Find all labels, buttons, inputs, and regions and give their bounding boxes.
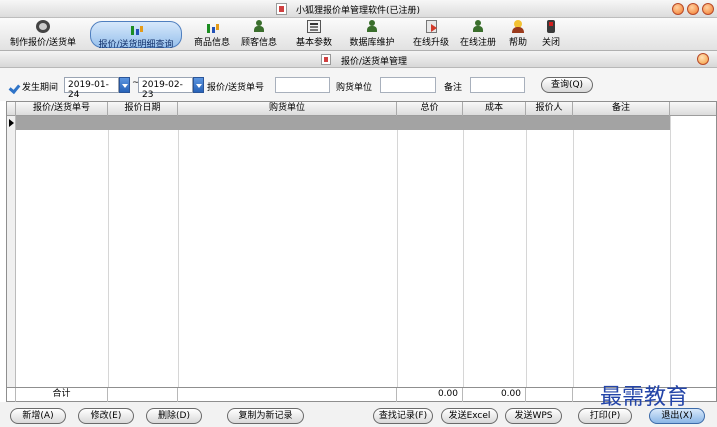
date-to-field[interactable]: 2019-02-23 (138, 77, 193, 100)
totals-cost: 0.00 (463, 388, 526, 402)
order-no-label: 报价/送货单号 (207, 83, 265, 93)
column-divider (108, 102, 109, 387)
calculator-icon (307, 20, 321, 33)
toolbar-label: 商品信息 (193, 38, 230, 48)
totals-date-cell (108, 388, 178, 402)
toolbar-label: 在线注册 (459, 38, 496, 48)
remark-label: 备注 (444, 83, 463, 93)
close-icon (544, 20, 558, 33)
totals-buyer-cell (178, 388, 397, 402)
chart-icon (205, 20, 219, 33)
period-label: 发生期间 (22, 83, 59, 93)
send-wps-button[interactable]: 发送WPS (505, 408, 562, 424)
column-header-buyer[interactable]: 购货单位 (178, 102, 397, 116)
totals-price: 0.00 (397, 388, 463, 402)
order-no-input[interactable] (275, 77, 330, 93)
results-table[interactable]: 报价/送货单号 报价日期 购货单位 总价 成本 报价人 备注 (6, 101, 717, 388)
add-button[interactable]: 新增(A) (10, 408, 66, 424)
watermark-text: 最需教育 (600, 385, 689, 410)
person-icon (365, 20, 379, 33)
column-header-remark[interactable]: 备注 (573, 102, 670, 116)
minimize-button[interactable] (672, 3, 684, 15)
selected-row[interactable] (7, 116, 670, 130)
toolbar-database[interactable]: 数据库维护 (345, 20, 399, 49)
toolbar-query-details[interactable]: 报价/送货明细查询 (90, 21, 182, 50)
row-indicator-column (7, 116, 16, 387)
filter-bar: 发生期间 2019-01-24 ~ 2019-02-23 报价/送货单号 购货单… (0, 68, 717, 101)
date-from-field[interactable]: 2019-01-24 (64, 77, 119, 100)
toolbar-products[interactable]: 商品信息 (190, 20, 234, 49)
toolbar-register[interactable]: 在线注册 (456, 20, 500, 49)
toolbar-label: 报价/送货明细查询 (98, 40, 174, 50)
toolbar-label: 在线升级 (412, 38, 449, 48)
column-divider (573, 102, 574, 387)
column-header-order-no[interactable]: 报价/送货单号 (16, 102, 108, 116)
buyer-label: 购货单位 (336, 83, 373, 93)
column-divider (397, 102, 398, 387)
totals-label: 合计 (16, 388, 108, 402)
edit-button[interactable]: 修改(E) (78, 408, 134, 424)
toolbar-customers[interactable]: 顾客信息 (237, 20, 281, 49)
subwindow-control-button[interactable] (697, 53, 709, 65)
toolbar-label: 帮助 (508, 38, 527, 48)
column-header-date[interactable]: 报价日期 (108, 102, 178, 116)
toolbar-parameters[interactable]: 基本参数 (291, 20, 337, 49)
toolbar-label: 顾客信息 (240, 38, 277, 48)
period-checkbox[interactable] (10, 81, 20, 91)
document-icon (321, 54, 331, 65)
main-toolbar: 制作报价/送货单 报价/送货明细查询 商品信息 顾客信息 基本参数 数据库维护 … (0, 18, 717, 51)
title-bar: 小狐狸报价单管理软件(已注册) (0, 0, 717, 18)
column-divider (526, 102, 527, 387)
toolbar-make-quote[interactable]: 制作报价/送货单 (3, 20, 83, 49)
column-divider (178, 102, 179, 387)
person-icon (471, 20, 485, 33)
header-corner (7, 102, 16, 116)
column-divider (463, 102, 464, 387)
toolbar-upgrade[interactable]: 在线升级 (409, 20, 453, 49)
subwindow-title-bar: 报价/送货单管理 (0, 51, 717, 68)
totals-corner (7, 388, 16, 402)
send-excel-button[interactable]: 发送Excel (441, 408, 498, 424)
date-to-dropdown[interactable] (193, 77, 204, 93)
toolbar-label: 基本参数 (295, 38, 332, 48)
column-divider (670, 102, 671, 387)
delete-button[interactable]: 删除(D) (146, 408, 202, 424)
person-icon (252, 20, 266, 33)
help-icon (511, 20, 525, 33)
close-window-button[interactable] (702, 3, 714, 15)
remark-input[interactable] (470, 77, 525, 93)
upgrade-icon (424, 20, 438, 33)
toolbar-label: 数据库维护 (349, 38, 395, 48)
copy-record-button[interactable]: 复制为新记录 (227, 408, 304, 424)
chart-icon (129, 22, 143, 35)
window-title: 小狐狸报价单管理软件(已注册) (296, 6, 421, 16)
column-header-cost[interactable]: 成本 (463, 102, 526, 116)
column-header-total[interactable]: 总价 (397, 102, 463, 116)
maximize-button[interactable] (687, 3, 699, 15)
current-row-arrow-icon (9, 119, 14, 127)
column-header-quoter[interactable]: 报价人 (526, 102, 573, 116)
buyer-input[interactable] (380, 77, 436, 93)
gear-icon (36, 20, 50, 33)
toolbar-label: 制作报价/送货单 (9, 38, 77, 48)
date-from-dropdown[interactable] (119, 77, 130, 93)
toolbar-help[interactable]: 帮助 (505, 20, 531, 49)
toolbar-label: 关闭 (541, 38, 560, 48)
toolbar-close[interactable]: 关闭 (538, 20, 564, 49)
find-record-button[interactable]: 查找记录(F) (373, 408, 433, 424)
totals-quoter-cell (526, 388, 573, 402)
query-button[interactable]: 查询(Q) (541, 77, 593, 93)
subwindow-title: 报价/送货单管理 (341, 57, 408, 67)
table-header: 报价/送货单号 报价日期 购货单位 总价 成本 报价人 备注 (7, 102, 716, 116)
app-icon (276, 3, 287, 15)
